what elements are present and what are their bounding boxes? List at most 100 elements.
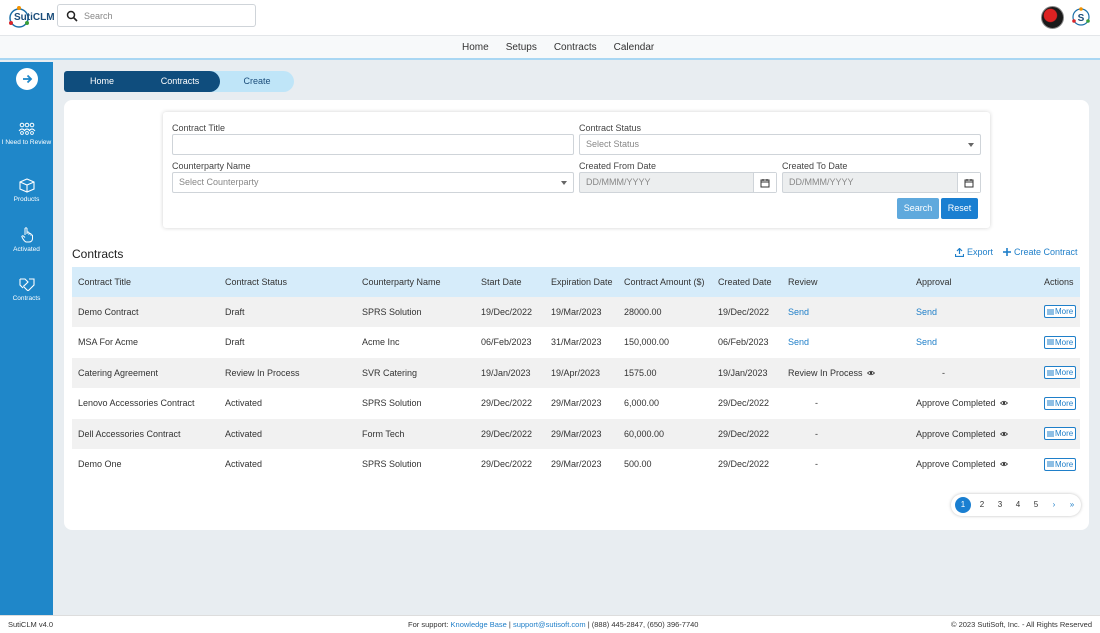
sidebar-item-label: Activated — [13, 246, 40, 253]
page-2-button[interactable]: 2 — [973, 497, 991, 513]
more-actions-button[interactable]: More — [1044, 427, 1077, 441]
more-actions-button[interactable]: More — [1044, 396, 1077, 410]
sidebar-expand-button[interactable] — [16, 68, 38, 90]
user-avatar[interactable] — [1041, 6, 1064, 29]
review-cell[interactable]: Send — [788, 297, 809, 327]
next-page-button[interactable]: › — [1045, 497, 1063, 513]
contract-status-select[interactable]: Select Status — [579, 134, 981, 155]
page-5-button[interactable]: 5 — [1027, 497, 1045, 513]
column-header[interactable]: Contract Status — [225, 267, 287, 297]
approval-status-text: Approve Completed — [916, 398, 996, 409]
people-review-icon — [18, 122, 35, 135]
eye-icon[interactable] — [996, 459, 1008, 469]
nav-contracts[interactable]: Contracts — [554, 42, 597, 53]
table-row: Dell Accessories Contract Activated Form T… — [72, 419, 1080, 450]
start-date-cell: 29/Dec/2022 — [481, 398, 533, 409]
sidebar-item-products[interactable]: Products — [0, 178, 53, 204]
page-3-button[interactable]: 3 — [991, 497, 1009, 513]
reset-button[interactable]: Reset — [941, 198, 978, 219]
table-header: Contract Title Contract Status Counterpa… — [72, 267, 1080, 297]
table-row: Lenovo Accessories Contract Activated SPRS… — [72, 388, 1080, 419]
support-info: For support: Knowledge Base | support@su… — [408, 620, 698, 629]
approval-cell[interactable]: Send — [916, 328, 937, 358]
sidebar-item-activated[interactable]: Activated — [0, 226, 53, 254]
search-button[interactable]: Search — [897, 198, 939, 219]
more-label: More — [1055, 307, 1074, 317]
column-header[interactable]: Contract Title — [78, 267, 131, 297]
support-email-link[interactable]: support@sutisoft.com — [513, 620, 586, 629]
app-logo[interactable]: SutiCLM — [8, 5, 55, 31]
more-label: More — [1055, 337, 1074, 347]
sidebar-item-label: Products — [13, 196, 40, 203]
sidebar: I Need to Review Products Activated Cont… — [0, 62, 53, 615]
nav-home[interactable]: Home — [462, 42, 489, 53]
column-header[interactable]: Expiration Date — [551, 267, 613, 297]
contract-title-input[interactable] — [172, 134, 574, 155]
more-label: More — [1055, 398, 1074, 408]
counterparty-select[interactable]: Select Counterparty — [172, 172, 574, 193]
support-phones: | (888) 445-2847, (650) 396-7740 — [585, 620, 699, 629]
approval-cell: Approve Completed — [916, 389, 1008, 419]
approval-cell[interactable]: Send — [916, 297, 937, 327]
column-header[interactable]: Created Date — [718, 267, 772, 297]
created-from-date-input[interactable]: DD/MMM/YYYY — [579, 172, 777, 193]
nav-setups[interactable]: Setups — [506, 42, 537, 53]
contract-status-placeholder: Select Status — [586, 139, 640, 149]
approval-cell: Approve Completed — [916, 450, 1008, 480]
column-header[interactable]: Counterparty Name — [362, 267, 441, 297]
more-actions-button[interactable]: More — [1044, 305, 1077, 319]
copyright: © 2023 SutiSoft, Inc. - All Rights Reser… — [950, 620, 1092, 629]
last-page-button[interactable]: » — [1063, 497, 1081, 513]
column-header[interactable]: Start Date — [481, 267, 522, 297]
review-cell[interactable]: Send — [788, 328, 809, 358]
calendar-icon[interactable] — [957, 173, 980, 192]
knowledge-base-link[interactable]: Knowledge Base — [451, 620, 507, 629]
created-to-label: Created To Date — [782, 161, 848, 171]
contract-status-cell: Draft — [225, 337, 245, 348]
support-prefix: For support: — [408, 620, 451, 629]
upload-icon — [955, 247, 964, 257]
page-1-button[interactable]: 1 — [955, 497, 971, 513]
review-cell: - — [815, 398, 818, 409]
search-input[interactable] — [84, 7, 249, 24]
breadcrumb-contracts[interactable]: Contracts — [140, 71, 220, 92]
contracts-heading: Contracts — [72, 247, 124, 261]
nav-calendar[interactable]: Calendar — [614, 42, 655, 53]
eye-icon[interactable] — [996, 429, 1008, 439]
column-header: Actions — [1044, 277, 1074, 287]
more-actions-button[interactable]: More — [1044, 457, 1077, 471]
sidebar-item-review[interactable]: I Need to Review — [0, 122, 53, 147]
created-from-placeholder: DD/MMM/YYYY — [586, 177, 651, 187]
create-contract-button[interactable]: Create Contract — [1003, 247, 1078, 257]
svg-text:S: S — [1078, 13, 1085, 24]
pagination: 1 2 3 4 5 › » — [951, 494, 1081, 516]
suti-apps-icon[interactable]: S — [1071, 6, 1091, 28]
export-button[interactable]: Export — [955, 247, 993, 257]
calendar-icon[interactable] — [753, 173, 776, 192]
counterparty-placeholder: Select Counterparty — [179, 177, 259, 187]
amount-cell: 150,000.00 — [624, 337, 670, 348]
breadcrumb-create[interactable]: Create — [210, 71, 294, 92]
filter-panel: Contract Title Contract Status Select St… — [163, 112, 990, 228]
breadcrumb-home[interactable]: Home — [64, 71, 140, 92]
more-label: More — [1055, 459, 1074, 469]
review-cell: - — [815, 459, 818, 470]
more-actions-button[interactable]: More — [1044, 335, 1077, 349]
breadcrumb: Home Contracts Create — [64, 71, 294, 92]
actions-cell: More — [1044, 358, 1077, 388]
sidebar-item-contracts[interactable]: Contracts — [0, 276, 53, 303]
main-nav: Home Setups Contracts Calendar — [0, 36, 1100, 60]
global-search[interactable] — [57, 4, 256, 27]
created-to-date-input[interactable]: DD/MMM/YYYY — [782, 172, 981, 193]
amount-cell: 28000.00 — [624, 306, 662, 317]
more-actions-button[interactable]: More — [1044, 366, 1077, 380]
table-row: Demo Contract Draft SPRS Solution 19/Dec/20… — [72, 297, 1080, 328]
amount-cell: 60,000.00 — [624, 428, 665, 439]
page-4-button[interactable]: 4 — [1009, 497, 1027, 513]
expiration-date-cell: 19/Apr/2023 — [551, 367, 601, 378]
eye-icon[interactable] — [863, 368, 875, 378]
eye-icon[interactable] — [996, 398, 1008, 408]
column-header[interactable]: Contract Amount ($) — [624, 267, 705, 297]
table-body: Demo Contract Draft SPRS Solution 19/Dec/20… — [72, 297, 1080, 480]
created-from-label: Created From Date — [579, 161, 657, 171]
